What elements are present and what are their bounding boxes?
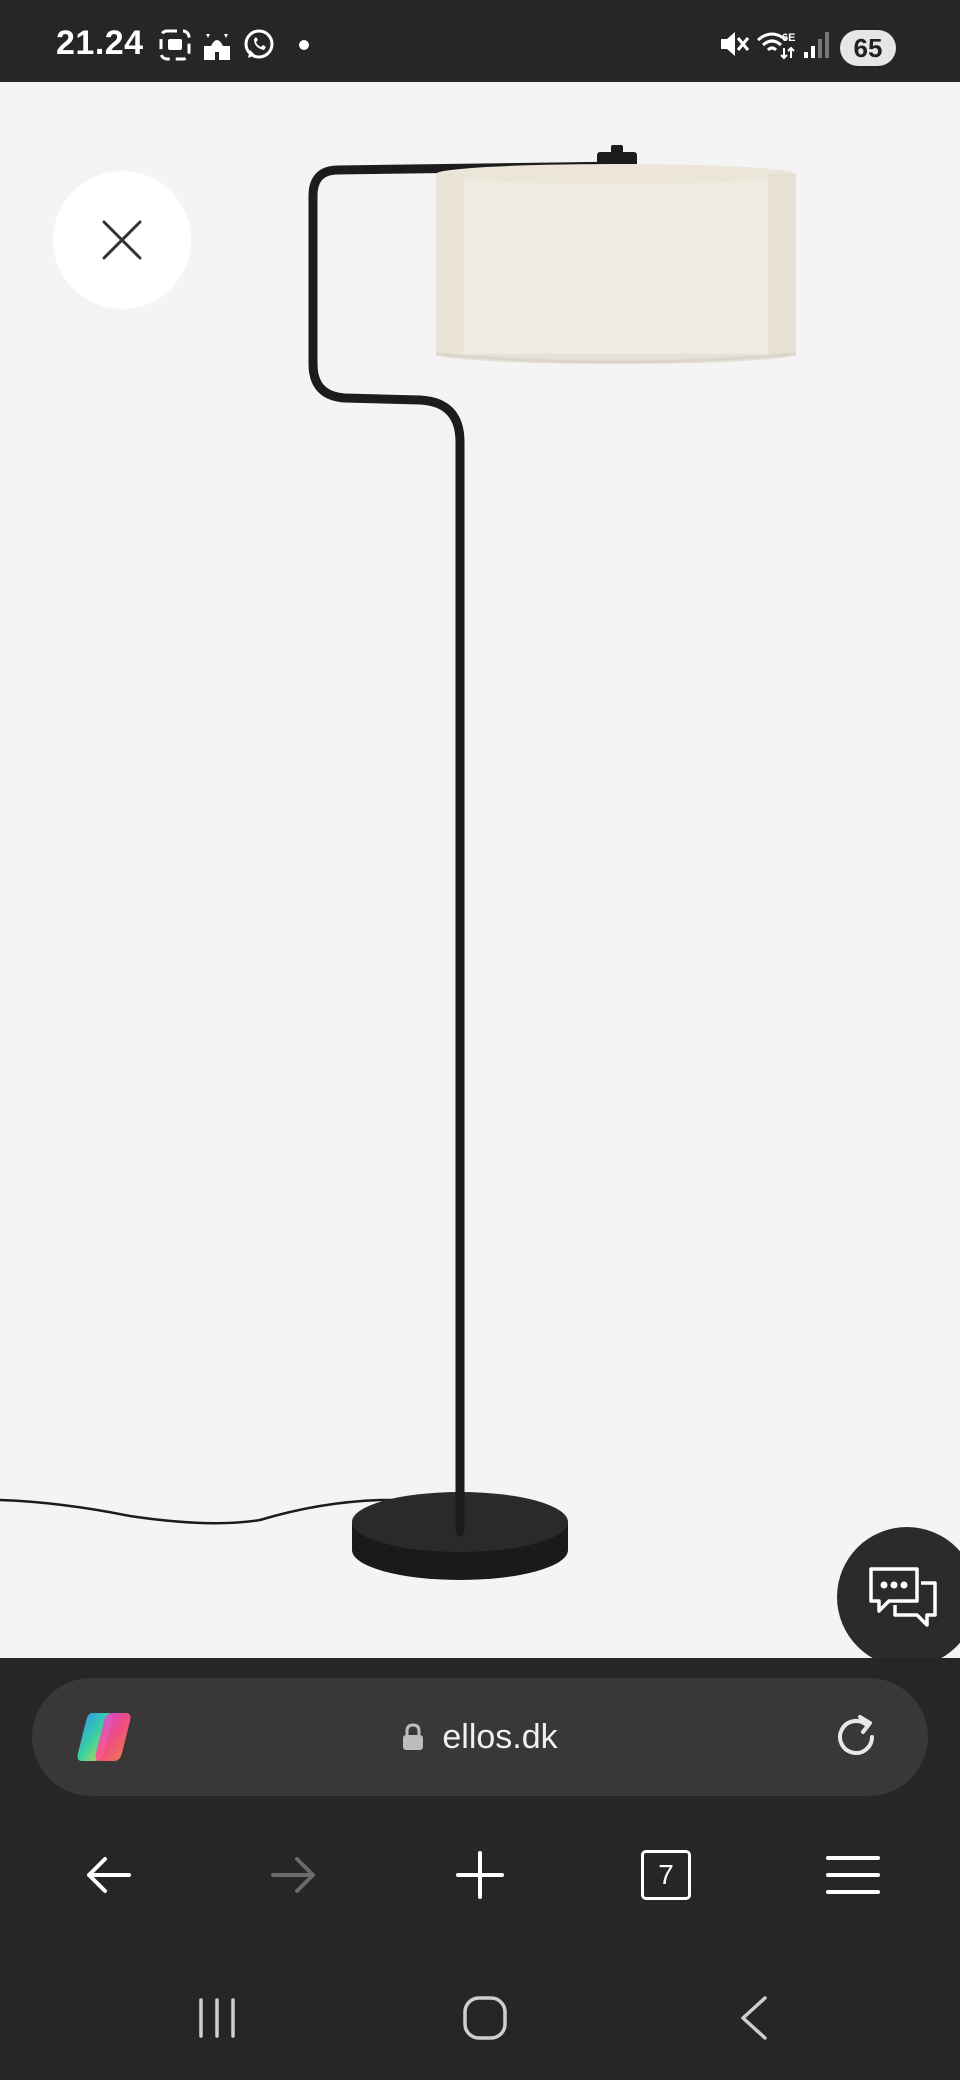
browser-toolbar: ellos.dk 7	[0, 1658, 960, 1956]
whatsapp-icon	[244, 29, 274, 59]
chat-icon	[869, 1567, 937, 1627]
battery-indicator: 65	[840, 30, 896, 66]
menu-button[interactable]	[813, 1840, 893, 1910]
status-time: 21.24	[56, 24, 144, 62]
svg-text:6E: 6E	[782, 32, 795, 44]
wifi-6e-icon: 6E	[757, 32, 795, 60]
mute-icon	[721, 32, 750, 56]
forward-button[interactable]	[254, 1840, 334, 1910]
home-button[interactable]	[445, 1988, 525, 2048]
url-text: ellos.dk	[442, 1717, 558, 1756]
back-icon	[87, 1857, 131, 1893]
lock-icon	[403, 1723, 424, 1750]
signal-icon	[804, 32, 829, 58]
close-icon	[102, 220, 142, 260]
reload-icon[interactable]	[830, 1711, 882, 1763]
product-image-viewer[interactable]	[0, 82, 960, 1658]
close-button[interactable]	[53, 171, 191, 309]
new-tab-button[interactable]	[440, 1840, 520, 1910]
home-icon	[463, 1996, 507, 2040]
system-back-button[interactable]	[714, 1988, 794, 2048]
recent-apps-button[interactable]	[177, 1988, 257, 2048]
url-display[interactable]: ellos.dk	[32, 1678, 928, 1796]
address-bar[interactable]: ellos.dk	[32, 1678, 928, 1796]
status-bar: 21.24 6E 65	[0, 0, 960, 82]
screenshot-icon	[159, 29, 191, 61]
menu-icon	[826, 1856, 880, 1894]
forward-icon	[271, 1857, 315, 1893]
system-back-icon	[741, 1996, 767, 2040]
new-tab-icon	[456, 1851, 504, 1899]
system-navigation-bar	[0, 1956, 960, 2080]
browser-nav-row: 7	[0, 1820, 960, 1930]
floor-lamp-image	[0, 145, 797, 1580]
mosque-icon	[204, 34, 230, 60]
recent-apps-icon	[199, 1998, 235, 2038]
dot-icon	[299, 40, 309, 50]
tabs-button[interactable]: 7	[626, 1840, 706, 1910]
tabs-icon: 7	[641, 1850, 691, 1900]
back-button[interactable]	[68, 1840, 148, 1910]
